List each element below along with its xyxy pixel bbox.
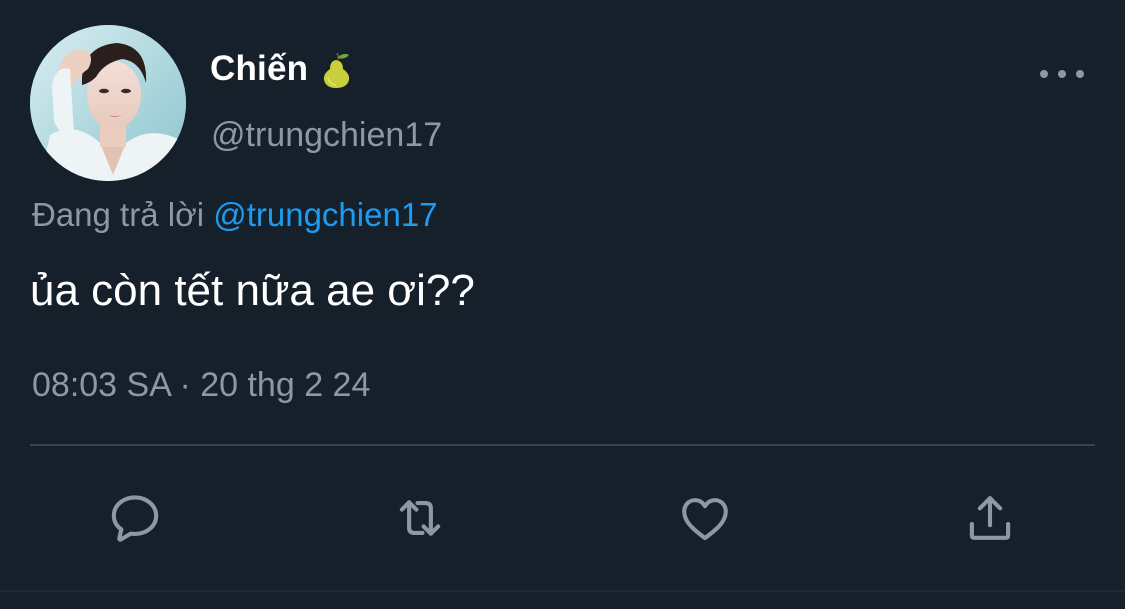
speech-bubble-icon bbox=[111, 495, 159, 542]
dot bbox=[1076, 70, 1084, 78]
dot bbox=[1058, 70, 1066, 78]
avatar[interactable] bbox=[30, 25, 186, 181]
more-options-icon[interactable] bbox=[1040, 62, 1084, 86]
retweet-button[interactable] bbox=[390, 488, 450, 548]
share-icon bbox=[969, 496, 1011, 540]
share-button[interactable] bbox=[960, 488, 1020, 548]
tweet-detail: Chiến @trungchien17 Đang trả lời @trungc… bbox=[0, 0, 1125, 609]
dot bbox=[1040, 70, 1048, 78]
display-name-row[interactable]: Chiến bbox=[210, 46, 354, 92]
avatar-photo bbox=[30, 25, 186, 181]
tweet-timestamp[interactable]: 08:03 SA · 20 thg 2 24 bbox=[32, 366, 370, 405]
reply-context: Đang trả lời @trungchien17 bbox=[32, 196, 438, 234]
bottom-divider bbox=[0, 590, 1125, 592]
retweet-icon bbox=[399, 500, 441, 536]
display-name[interactable]: Chiến bbox=[210, 49, 308, 89]
heart-icon bbox=[682, 498, 728, 541]
like-button[interactable] bbox=[675, 488, 735, 548]
reply-mention-link[interactable]: @trungchien17 bbox=[213, 196, 437, 233]
pear-icon bbox=[318, 49, 354, 89]
divider bbox=[30, 444, 1095, 446]
user-handle[interactable]: @trungchien17 bbox=[211, 116, 442, 155]
tweet-text: ủa còn tết nữa ae ơi?? bbox=[30, 266, 475, 315]
reply-prefix: Đang trả lời bbox=[32, 196, 205, 233]
reply-button[interactable] bbox=[105, 488, 165, 548]
